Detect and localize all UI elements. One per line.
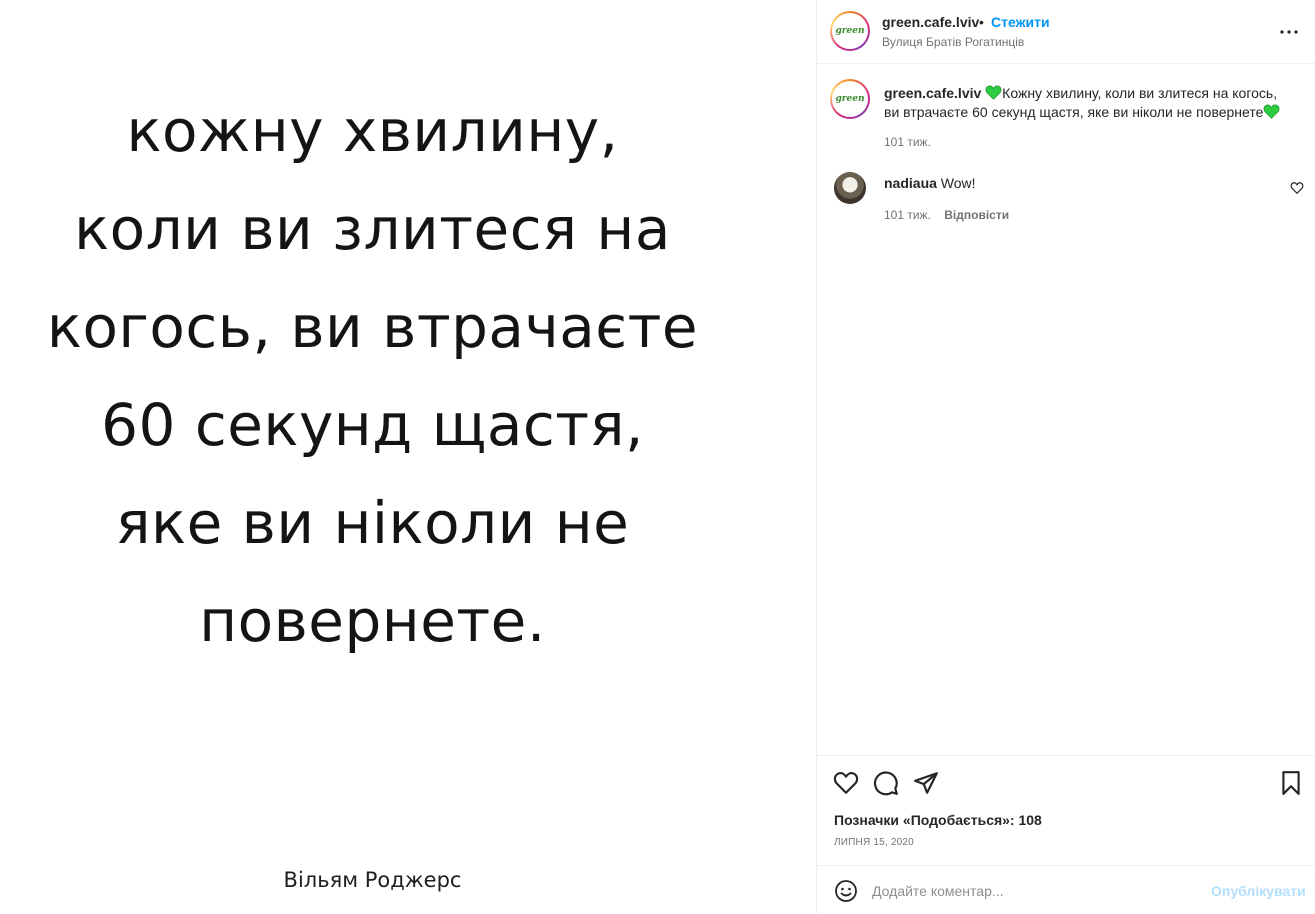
comment-timestamp[interactable]: 101 тиж. — [884, 208, 931, 222]
quote-line: когось, ви втрачаєте — [46, 293, 699, 361]
comment-like-icon[interactable] — [1290, 181, 1304, 195]
follow-button[interactable]: Стежити — [991, 14, 1050, 30]
quote-line: яке ви ніколи не — [115, 489, 630, 557]
comment-item: nadiaua Wow! — [884, 175, 976, 191]
brand-logo: green — [835, 26, 865, 36]
comment-icon[interactable] — [873, 770, 899, 796]
quote-line: кожну хвилину, — [126, 97, 619, 165]
comment-text: Wow! — [940, 175, 976, 191]
quote-line: коли ви злитеся на — [74, 195, 671, 263]
heart-icon[interactable] — [833, 770, 859, 796]
green-heart-icon — [1263, 104, 1280, 119]
post-header: green green.cafe.lviv • Стежити Вулиця Б… — [817, 0, 1315, 64]
caption-timestamp[interactable]: 101 тиж. — [884, 135, 931, 149]
location-link[interactable]: Вулиця Братів Рогатинців — [882, 35, 1024, 49]
likes-count[interactable]: Позначки «Подобається»: 108 — [834, 812, 1042, 828]
post-caption: green.cafe.lviv Кожну хвилину, коли ви з… — [884, 84, 1294, 122]
quote-text: кожну хвилину, коли ви злитеся на когось… — [0, 82, 745, 670]
quote-line: 60 секунд щастя, — [101, 391, 644, 459]
comment-input[interactable] — [872, 878, 1202, 904]
caption-username[interactable]: green.cafe.lviv — [884, 85, 981, 101]
comment-meta: 101 тиж. Відповісти — [884, 208, 1009, 222]
profile-avatar[interactable]: green — [830, 11, 870, 51]
brand-logo: green — [835, 94, 865, 104]
post-date[interactable]: ЛИПНЯ 15, 2020 — [834, 837, 914, 848]
add-comment-bar: Опублікувати — [817, 865, 1315, 914]
commenter-avatar[interactable] — [834, 172, 866, 204]
quote-line: повернете. — [199, 587, 546, 655]
share-icon[interactable] — [913, 770, 939, 796]
post-actions: Позначки «Подобається»: 108 ЛИПНЯ 15, 20… — [817, 755, 1315, 865]
green-heart-icon — [985, 85, 1002, 100]
comment-username[interactable]: nadiaua — [884, 175, 937, 191]
more-horizontal-icon[interactable] — [1279, 22, 1299, 42]
emoji-icon[interactable] — [834, 879, 858, 903]
post-side-panel: green green.cafe.lviv • Стежити Вулиця Б… — [816, 0, 1315, 914]
header-username[interactable]: green.cafe.lviv — [882, 14, 979, 30]
bookmark-icon[interactable] — [1278, 770, 1304, 796]
publish-button[interactable]: Опублікувати — [1211, 883, 1306, 899]
caption-avatar[interactable]: green — [830, 79, 870, 119]
post-image[interactable]: кожну хвилину, коли ви злитеся на когось… — [0, 0, 816, 914]
quote-author: Вільям Роджерс — [283, 868, 462, 892]
separator-dot: • — [979, 14, 984, 30]
reply-button[interactable]: Відповісти — [944, 208, 1009, 222]
